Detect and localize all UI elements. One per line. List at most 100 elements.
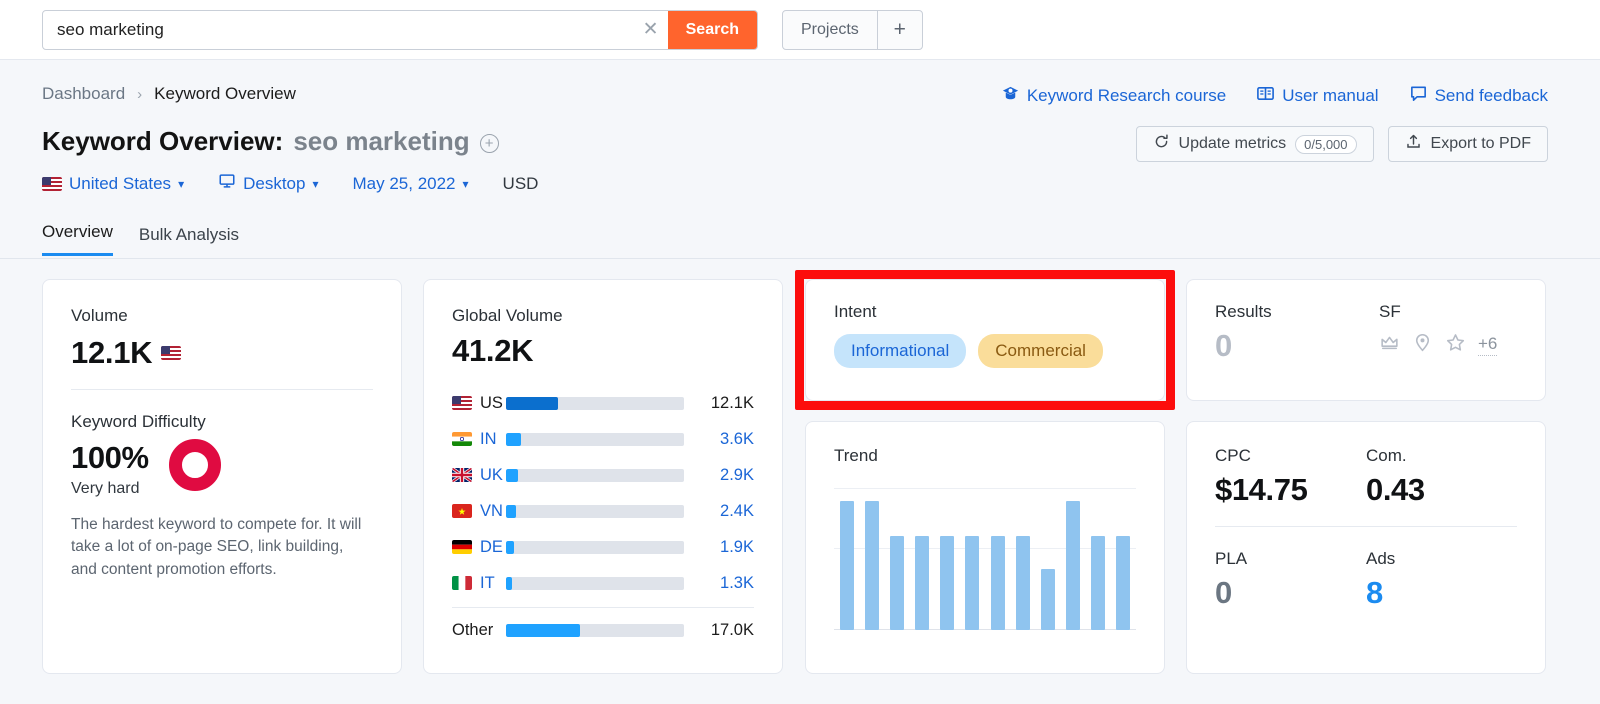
pla-cell: PLA 0 <box>1215 549 1366 611</box>
keyword-difficulty-donut-icon <box>168 439 221 491</box>
chevron-down-icon: ▾ <box>312 176 319 191</box>
crown-icon[interactable] <box>1379 332 1400 358</box>
results-sf-row: Results 0 SF +6 <box>1215 302 1517 364</box>
country-row[interactable]: IN 3.6K <box>452 421 754 457</box>
keyword-research-course-label: Keyword Research course <box>1026 86 1227 105</box>
update-metrics-button[interactable]: Update metrics 0/5,000 <box>1135 126 1374 162</box>
country-row[interactable]: DE 1.9K <box>452 529 754 565</box>
country-volume-bar-fill <box>506 540 515 554</box>
country-code-cell: IT <box>452 574 506 593</box>
country-code-label: UK <box>480 465 503 484</box>
country-code-label: US <box>480 393 503 412</box>
trend-bar <box>915 535 930 630</box>
search-button[interactable]: Search <box>667 10 757 49</box>
country-row[interactable]: IT 1.3K <box>452 565 754 601</box>
cpc-value: $14.75 <box>1215 472 1308 507</box>
country-volume-value: 3.6K <box>720 429 754 448</box>
trend-bar <box>864 500 879 630</box>
country-row[interactable]: VN 2.4K <box>452 493 754 529</box>
send-feedback-label: Send feedback <box>1434 86 1548 105</box>
trend-bar-slot[interactable] <box>1010 488 1035 630</box>
book-icon <box>1256 84 1275 108</box>
country-row[interactable]: UK 2.9K <box>452 457 754 493</box>
country-code-cell: Other <box>452 621 506 640</box>
send-feedback-link[interactable]: Send feedback <box>1409 84 1548 108</box>
trend-bar-slot[interactable] <box>985 488 1010 630</box>
us-flag-icon <box>42 176 62 191</box>
sf-more-button[interactable]: +6 <box>1478 334 1498 356</box>
country-list-divider <box>452 607 754 608</box>
currency-label: USD <box>502 173 539 193</box>
intent-tag-commercial[interactable]: Commercial <box>978 334 1103 368</box>
keyword-difficulty-value: 100% <box>71 440 149 475</box>
refresh-icon <box>1153 133 1170 155</box>
map-pin-icon[interactable] <box>1412 332 1433 358</box>
country-volume-value: 12.1K <box>710 393 754 412</box>
global-volume-label: Global Volume <box>452 306 563 325</box>
com-label: Com. <box>1366 446 1407 465</box>
country-volume-bar-fill <box>506 432 522 446</box>
country-code-cell: VN <box>452 502 506 521</box>
trend-bar-slot[interactable] <box>859 488 884 630</box>
export-to-pdf-button[interactable]: Export to PDF <box>1387 126 1548 162</box>
user-manual-link[interactable]: User manual <box>1256 84 1379 108</box>
trend-bar <box>839 500 854 630</box>
pla-label: PLA <box>1215 549 1248 568</box>
tab-bulk-analysis[interactable]: Bulk Analysis <box>139 225 239 256</box>
trend-bar-slot[interactable] <box>960 488 985 630</box>
breadcrumb-dashboard[interactable]: Dashboard <box>42 84 125 104</box>
star-icon[interactable] <box>1445 332 1466 358</box>
intent-tag-informational[interactable]: Informational <box>834 334 967 368</box>
ads-cell: Ads 8 <box>1366 549 1517 611</box>
trend-bar-slot[interactable] <box>1111 488 1136 630</box>
update-metrics-label: Update metrics <box>1178 135 1287 152</box>
add-project-icon[interactable]: + <box>878 11 922 49</box>
trend-bar-slot[interactable] <box>1061 488 1086 630</box>
cpc-cell: CPC $14.75 <box>1215 446 1366 508</box>
cpc-label: CPC <box>1215 446 1251 465</box>
trend-bar <box>990 535 1005 630</box>
country-volume-bar-fill <box>506 576 512 590</box>
date-filter[interactable]: May 25, 2022 ▾ <box>353 174 469 194</box>
monitor-icon <box>218 172 236 195</box>
country-row-other: Other 17.0K <box>452 612 754 648</box>
chevron-down-icon: ▾ <box>178 176 185 191</box>
keyword-research-course-link[interactable]: Keyword Research course <box>1001 84 1226 108</box>
trend-bar-slot[interactable] <box>910 488 935 630</box>
country-volume-bar <box>506 468 684 482</box>
sf-icon-list: +6 <box>1379 332 1498 358</box>
tab-overview[interactable]: Overview <box>42 222 113 256</box>
clear-search-icon[interactable]: ✕ <box>634 11 668 49</box>
other-volume-bar-fill <box>506 623 580 637</box>
other-label: Other <box>452 620 494 639</box>
volume-card: Volume 12.1K Keyword Difficulty 100% Ver… <box>42 279 402 674</box>
other-volume-value: 17.0K <box>710 620 754 639</box>
trend-card: Trend <box>805 421 1165 674</box>
ads-value[interactable]: 8 <box>1366 575 1517 611</box>
trend-bar <box>965 535 980 630</box>
trend-bar-slot[interactable] <box>834 488 859 630</box>
add-keyword-icon[interactable]: + <box>479 134 499 153</box>
country-code-label: IT <box>480 573 495 592</box>
trend-bar-slot[interactable] <box>935 488 960 630</box>
date-filter-label: May 25, 2022 <box>352 173 456 193</box>
trend-bar-slot[interactable] <box>1086 488 1111 630</box>
search-input[interactable] <box>43 10 634 49</box>
volume-value: 12.1K <box>71 335 153 370</box>
export-to-pdf-label: Export to PDF <box>1430 135 1531 152</box>
results-cell: Results 0 <box>1215 302 1379 364</box>
device-filter[interactable]: Desktop ▾ <box>218 172 319 195</box>
de-flag-icon <box>452 540 472 554</box>
intent-tag-list: Informational Commercial <box>834 334 1136 368</box>
uk-flag-icon <box>452 468 472 482</box>
projects-button[interactable]: Projects <box>783 10 878 49</box>
country-volume-value: 2.4K <box>720 501 754 520</box>
country-filter[interactable]: United States ▾ <box>42 174 184 194</box>
trend-bar-slot[interactable] <box>1035 488 1060 630</box>
trend-label: Trend <box>834 446 878 465</box>
country-row[interactable]: US 12.1K <box>452 385 754 421</box>
trend-bar-slot[interactable] <box>884 488 909 630</box>
ads-label: Ads <box>1366 549 1396 568</box>
filter-row: United States ▾ Desktop ▾ May 25, 2022 ▾… <box>42 172 538 195</box>
us-flag-icon <box>161 346 182 360</box>
